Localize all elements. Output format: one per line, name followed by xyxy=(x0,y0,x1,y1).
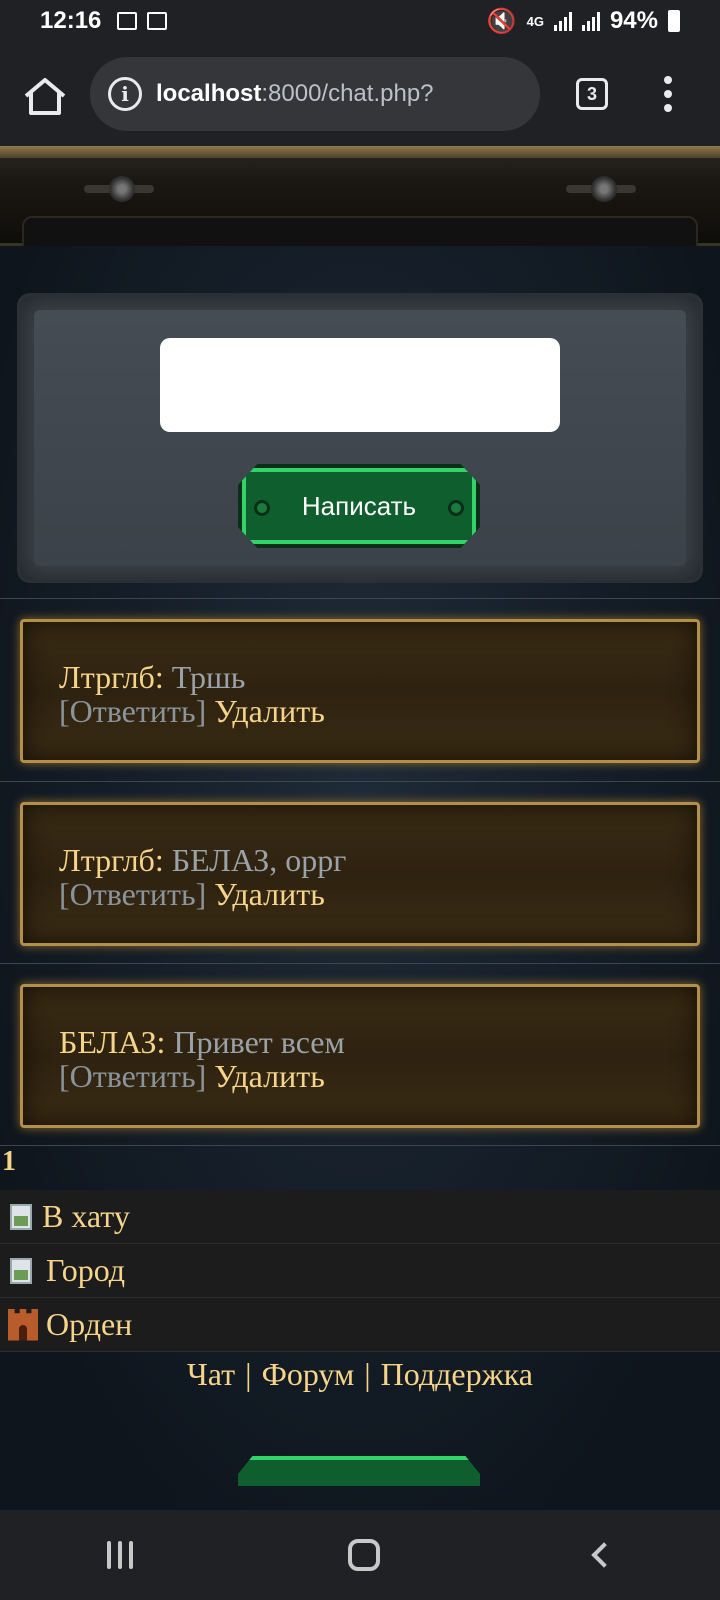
page-number[interactable]: 1 xyxy=(0,1146,16,1178)
reply-link[interactable]: [Ответить] xyxy=(59,1058,206,1094)
write-button[interactable]: Написать xyxy=(238,464,480,548)
tab-switcher-button[interactable]: 3 xyxy=(576,78,608,110)
status-bar: 12:16 🔇 4G 94% xyxy=(0,0,720,42)
footer-forum-link[interactable]: Форум xyxy=(262,1356,355,1392)
message-author[interactable]: БЕЛАЗ xyxy=(59,1024,157,1060)
nav-item-label: В хату xyxy=(42,1198,130,1234)
delete-link[interactable]: Удалить xyxy=(214,876,325,912)
bolt-icon xyxy=(254,500,270,516)
reply-link[interactable]: [Ответить] xyxy=(59,876,206,912)
notification-icons xyxy=(117,12,168,30)
nav-item-city[interactable]: Город xyxy=(0,1244,720,1298)
broken-image-icon xyxy=(8,1256,38,1286)
address-bar[interactable]: i localhost:8000/chat.php? xyxy=(90,57,540,131)
nav-item-label: Город xyxy=(46,1252,126,1288)
signal-icon xyxy=(553,11,572,31)
mute-icon: 🔇 xyxy=(486,7,517,35)
battery-icon xyxy=(668,10,680,32)
chat-message: Лтрглб: БЕЛАЗ, оррг [Ответить] Удалить xyxy=(20,802,700,946)
divider xyxy=(0,963,720,964)
bolt-icon xyxy=(448,500,464,516)
message-text: Тршь xyxy=(171,659,246,695)
rivet-right-icon xyxy=(566,176,636,202)
app-notification-icon xyxy=(147,12,168,30)
signal-icon-2 xyxy=(581,11,600,31)
divider xyxy=(0,781,720,782)
nav-item-order[interactable]: Орден xyxy=(0,1298,720,1352)
message-text: Привет всем xyxy=(173,1024,345,1060)
more-menu-icon[interactable] xyxy=(660,76,676,112)
footer-links: Чат | Форум | Поддержка xyxy=(187,1356,533,1392)
castle-icon xyxy=(8,1308,38,1341)
message-author[interactable]: Лтрглб xyxy=(59,659,155,695)
system-nav-bar xyxy=(0,1510,720,1600)
divider xyxy=(0,598,720,599)
message-input[interactable] xyxy=(160,338,560,432)
info-icon[interactable]: i xyxy=(108,77,142,111)
status-right: 🔇 4G 94% xyxy=(487,7,680,36)
delete-link[interactable]: Удалить xyxy=(214,693,325,729)
message-text: БЕЛАЗ, оррг xyxy=(171,842,347,878)
nav-item-home[interactable]: В хату xyxy=(0,1190,720,1244)
divider xyxy=(0,1145,720,1146)
bottom-button[interactable] xyxy=(238,1456,480,1486)
delete-link[interactable]: Удалить xyxy=(214,1058,325,1094)
network-type: 4G xyxy=(526,13,544,29)
rivet-left-icon xyxy=(84,176,154,202)
home-nav-icon[interactable] xyxy=(347,1539,380,1571)
nav-list: В хату Город Орден xyxy=(0,1190,720,1352)
footer-support-link[interactable]: Поддержка xyxy=(381,1356,533,1392)
battery-percent: 94% xyxy=(609,7,658,34)
chat-message: БЕЛАЗ: Привет всем [Ответить] Удалить xyxy=(20,984,700,1128)
url-text[interactable]: localhost:8000/chat.php? xyxy=(156,80,434,108)
chat-message: Лтрглб: Тршь [Ответить] Удалить xyxy=(20,619,700,763)
status-time: 12:16 xyxy=(40,7,102,34)
reply-link[interactable]: [Ответить] xyxy=(59,693,206,729)
footer-chat-link[interactable]: Чат xyxy=(187,1356,235,1392)
write-button-label: Написать xyxy=(301,490,417,521)
home-icon[interactable] xyxy=(22,76,68,116)
recents-icon[interactable] xyxy=(107,1541,134,1569)
broken-image-icon xyxy=(8,1202,38,1232)
back-icon[interactable] xyxy=(590,1542,617,1568)
game-header-frame xyxy=(0,146,720,246)
browser-toolbar: i localhost:8000/chat.php? 3 xyxy=(0,42,720,146)
gallery-notification-icon xyxy=(117,12,138,30)
nav-item-label: Орден xyxy=(46,1306,133,1342)
message-author[interactable]: Лтрглб xyxy=(59,842,155,878)
